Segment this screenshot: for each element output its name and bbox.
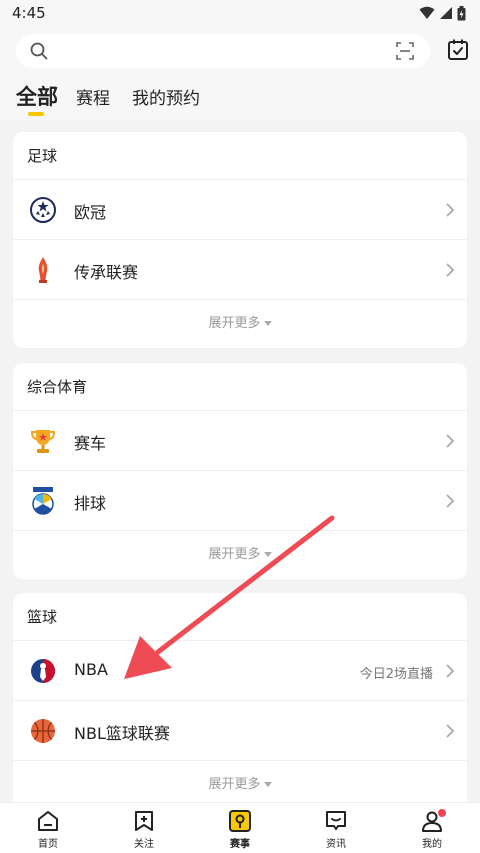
nav-events[interactable]: 赛事: [210, 809, 270, 850]
competition-name: NBA: [74, 660, 108, 679]
competition-name: 传承联赛: [74, 263, 139, 282]
chevron-right-icon: [446, 263, 455, 277]
wifi-icon: [419, 6, 435, 19]
list-item-champions-league[interactable]: 欧冠: [13, 180, 467, 240]
follow-icon: [135, 811, 153, 831]
signal-icon: [440, 7, 452, 19]
expand-more-label: 展开更多: [208, 777, 261, 792]
legacy-league-icon: [38, 257, 48, 283]
active-tab-indicator: [28, 112, 44, 116]
nba-icon: [31, 659, 55, 683]
notification-badge: [438, 809, 446, 817]
search-icon: [30, 42, 48, 60]
expand-more-button[interactable]: 展开更多: [13, 761, 467, 802]
basketball-icon: [31, 719, 55, 743]
caret-down-icon: [263, 321, 272, 326]
expand-more-button[interactable]: 展开更多: [13, 300, 467, 348]
section-title: 综合体育: [13, 363, 467, 411]
list-item-nbl[interactable]: NBL篮球联赛: [13, 701, 467, 761]
list-item-volleyball[interactable]: 排球: [13, 471, 467, 531]
nav-home[interactable]: 首页: [18, 809, 78, 850]
nav-label: 资讯: [326, 839, 346, 850]
chevron-right-icon: [446, 664, 455, 678]
live-count-text: 今日2场直播: [359, 667, 433, 682]
calendar-check-icon[interactable]: [446, 38, 470, 62]
battery-icon: [457, 5, 466, 20]
news-icon: [326, 811, 346, 830]
competition-name: NBL篮球联赛: [74, 724, 170, 743]
chevron-right-icon: [446, 434, 455, 448]
nav-profile[interactable]: 我的: [402, 809, 462, 850]
list-item-racing[interactable]: 赛车: [13, 411, 467, 471]
caret-down-icon: [263, 552, 272, 557]
list-item-legacy-league[interactable]: 传承联赛: [13, 240, 467, 300]
nav-label: 首页: [38, 839, 58, 850]
chevron-right-icon: [446, 494, 455, 508]
section-card-multi-sports: 综合体育 赛车 排球 展开更多: [13, 363, 467, 579]
bottom-navigation: 首页 关注 赛事 资讯 我的: [0, 802, 480, 853]
status-bar: 4:45: [0, 0, 480, 26]
status-time: 4:45: [12, 4, 46, 22]
trophy-icon: [30, 430, 56, 453]
nav-follow[interactable]: 关注: [114, 809, 174, 850]
expand-more-label: 展开更多: [208, 547, 261, 562]
caret-down-icon: [263, 782, 272, 787]
list-item-nba[interactable]: NBA 今日2场直播: [13, 641, 467, 701]
section-card-basketball: 篮球 NBA 今日2场直播 NBL篮球联赛 展开更多: [13, 593, 467, 802]
nav-label: 赛事: [230, 839, 250, 850]
volleyball-icon: [32, 487, 54, 515]
competition-name: 赛车: [74, 434, 107, 453]
category-tabs: 全部 赛程 我的预约: [0, 74, 480, 120]
chevron-right-icon: [446, 724, 455, 738]
competition-name: 排球: [74, 494, 107, 513]
tab-schedule[interactable]: 赛程: [76, 84, 110, 109]
section-title: 篮球: [13, 593, 467, 641]
nav-news[interactable]: 资讯: [306, 809, 366, 850]
section-title: 足球: [13, 132, 467, 180]
nav-label: 关注: [134, 839, 154, 850]
tab-all[interactable]: 全部: [16, 81, 58, 111]
search-bar[interactable]: [16, 34, 430, 68]
top-bar: [0, 26, 480, 74]
events-icon: [229, 810, 251, 832]
expand-more-label: 展开更多: [208, 316, 261, 331]
competition-name: 欧冠: [74, 203, 107, 222]
tab-my-reservations[interactable]: 我的预约: [132, 84, 200, 109]
section-card-football: 足球 欧冠 传承联赛 展开更多: [13, 132, 467, 348]
home-icon: [38, 811, 58, 831]
expand-more-button[interactable]: 展开更多: [13, 531, 467, 579]
chevron-right-icon: [446, 203, 455, 217]
status-icons: [419, 5, 466, 21]
champions-league-icon: [30, 197, 56, 223]
scan-icon[interactable]: [396, 42, 414, 60]
nav-label: 我的: [422, 839, 442, 850]
